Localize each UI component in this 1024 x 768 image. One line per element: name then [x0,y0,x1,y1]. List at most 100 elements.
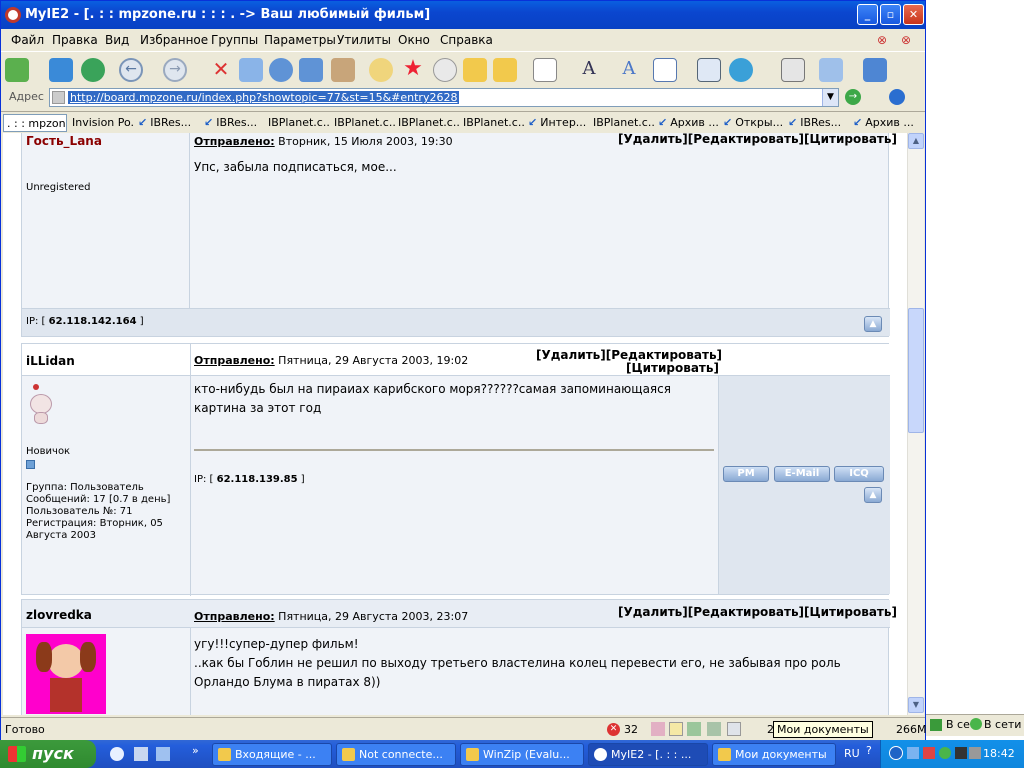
title-bar[interactable]: MyIE2 - [. : : mpzone.ru : : : . -> Ваш … [1,1,925,29]
new-window-popup-icon[interactable] [697,58,721,82]
tab-ibplanet-5[interactable]: IBPlanet.c... [590,114,654,132]
scroll-top-button[interactable]: ▲ [864,316,882,332]
tray-app-icon[interactable] [923,747,935,759]
close-button[interactable]: ✕ [903,4,924,25]
task-label: WinZip (Evalu... [483,748,570,761]
plugin-icon[interactable] [687,722,701,736]
download-icon[interactable] [49,58,73,82]
menu-groups[interactable]: Группы [211,33,258,47]
menu-edit[interactable]: Правка [52,33,98,47]
post-author[interactable]: Гость_Lana [26,134,102,148]
tab-ibres-2[interactable]: ↙ IBRes... [201,114,265,132]
tool-icon[interactable] [707,722,721,736]
tab-archive-1[interactable]: ↙ Архив ... [655,114,719,132]
refresh-all-icon[interactable] [81,58,105,82]
menu-view[interactable]: Вид [105,33,129,47]
maximize-button[interactable]: ▫ [880,4,901,25]
font-size-icon[interactable]: A [577,58,601,82]
language-indicator[interactable]: RU [844,747,860,760]
address-url[interactable]: http://board.mpzone.ru/index.php?showtop… [68,91,460,104]
refresh-page-icon[interactable] [269,58,293,82]
new-window-icon[interactable] [5,58,29,82]
stop-icon[interactable]: ✕ [209,58,233,82]
go-icon[interactable]: → [845,89,861,105]
tray-back-icon[interactable] [889,746,903,760]
task-myie2[interactable]: MyIE2 - [. : : ... [588,743,708,766]
layout-icon[interactable] [781,58,805,82]
quicklaunch-desktop-icon[interactable] [134,747,148,761]
help-icon[interactable]: ? [866,744,872,757]
menu-file[interactable]: Файл [11,33,44,47]
mail-icon[interactable] [533,58,557,82]
tab-invision[interactable]: Invision Po... [69,114,133,132]
task-my-documents[interactable]: Мои документы [712,743,836,766]
scroll-up-icon[interactable]: ▲ [908,133,924,149]
save-down-icon[interactable] [819,58,843,82]
forward-icon[interactable]: → [163,58,187,82]
scroll-down-icon[interactable]: ▼ [908,697,924,713]
menu-options[interactable]: Параметры [264,33,336,47]
start-button[interactable]: пуск [0,740,96,768]
note-icon[interactable] [669,722,683,736]
restore-doc-icon[interactable]: ⊗ [877,33,887,47]
chevron-icon[interactable]: » [192,744,199,757]
tray-network-icon[interactable] [907,747,919,759]
page-info-icon[interactable] [727,722,741,736]
text-encoding-icon[interactable]: A [617,58,641,82]
tray-icq-icon[interactable] [939,747,951,759]
task-inbox[interactable]: Входящие - ... [212,743,332,766]
close-doc-icon[interactable]: ⊗ [901,33,911,47]
tab-open[interactable]: ↙ Откры... [720,114,784,132]
menu-favorites[interactable]: Избранное [140,33,208,47]
tab-ibplanet-1[interactable]: IBPlanet.c... [265,114,329,132]
minimize-button[interactable]: _ [857,4,878,25]
reload-icon[interactable] [299,58,323,82]
open-folder-icon[interactable] [493,58,517,82]
tab-inter[interactable]: ↙ Интер... [525,114,589,132]
tab-archive-2[interactable]: ↙ Архив ... [850,114,914,132]
address-dropdown-icon[interactable]: ▼ [822,89,838,106]
post-date-line: Отправлено: Вторник, 15 Июля 2003, 19:30 [194,135,453,148]
filter-icon[interactable] [651,722,665,736]
pm-button[interactable]: PM [723,466,769,482]
tab-mpzone[interactable]: . : : mpzon... [3,114,67,132]
folder-icon[interactable] [463,58,487,82]
task-not-connected[interactable]: Not connecte... [336,743,456,766]
post-author[interactable]: zlovredka [26,608,92,622]
refresh-icon[interactable] [239,58,263,82]
popup-blocked-icon[interactable]: ✕ [607,723,620,736]
tab-ibres-1[interactable]: ↙ IBRes... [135,114,199,132]
tab-ibplanet-4[interactable]: IBPlanet.c... [460,114,524,132]
post-actions[interactable]: [Удалить][Редактировать][Цитировать] [618,133,897,146]
scroll-top-button[interactable]: ▲ [864,487,882,503]
icq-button[interactable]: ICQ [834,466,884,482]
search-engine-icon[interactable] [889,89,905,105]
back-icon[interactable]: ← [119,58,143,82]
tab-ibplanet-2[interactable]: IBPlanet.c... [331,114,395,132]
post-actions-1[interactable]: [Удалить][Редактировать] [536,348,722,362]
scroll-thumb[interactable] [908,308,924,433]
menu-tools[interactable]: Утилиты [337,33,391,47]
tab-ibplanet-3[interactable]: IBPlanet.c... [395,114,459,132]
sync-icon[interactable] [863,58,887,82]
home-icon[interactable] [331,58,355,82]
history-icon[interactable] [433,58,457,82]
quicklaunch-ie-icon[interactable] [110,747,124,761]
vertical-scrollbar[interactable]: ▲ ▼ [907,133,924,715]
menu-help[interactable]: Справка [440,33,493,47]
tray-volume-icon[interactable] [969,747,981,759]
quicklaunch-media-icon[interactable] [156,747,170,761]
menu-window[interactable]: Окно [398,33,430,47]
page-icon[interactable] [653,58,677,82]
search-icon[interactable] [369,58,393,82]
internet-icon[interactable] [729,58,753,82]
favorites-star-icon[interactable]: ★ [401,58,425,82]
post-author[interactable]: iLLidan [26,354,75,368]
tray-monitor-icon[interactable] [955,747,967,759]
task-winzip[interactable]: WinZip (Evalu... [460,743,584,766]
post-actions[interactable]: [Удалить][Редактировать][Цитировать] [618,605,897,619]
post-actions-2[interactable]: [Цитировать] [626,361,719,375]
email-button[interactable]: E-Mail [774,466,830,482]
address-input[interactable]: http://board.mpzone.ru/index.php?showtop… [49,88,839,107]
tab-ibres-3[interactable]: ↙ IBRes... [785,114,849,132]
